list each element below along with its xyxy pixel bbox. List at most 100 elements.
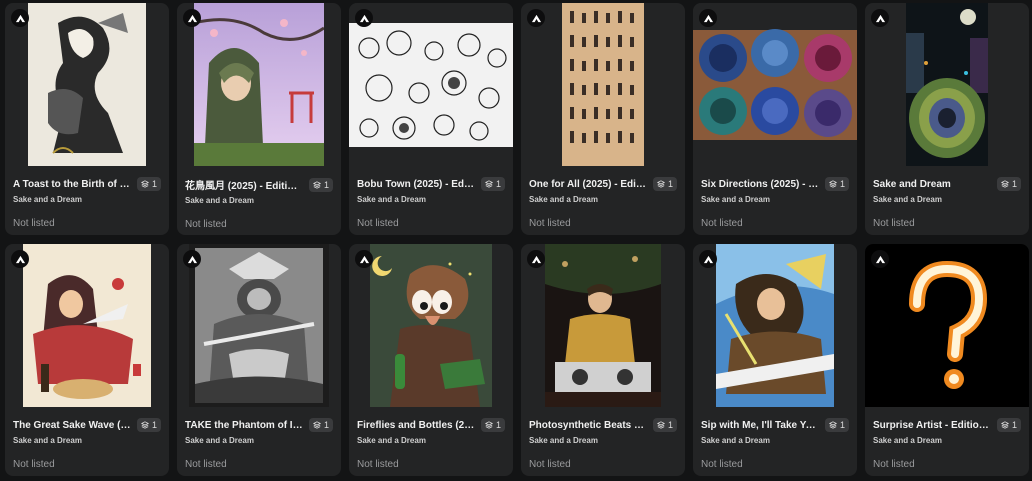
collection-logo-icon: [11, 250, 29, 268]
nft-title: 花鳥風月 (2025) - Edition o...: [185, 181, 303, 192]
listing-status: Not listed: [13, 218, 55, 229]
nft-title: TAKE the Phantom of Ideal...: [185, 419, 303, 431]
artwork-image: [693, 3, 857, 166]
listing-status: Not listed: [185, 219, 227, 230]
collection-logo-icon: [699, 9, 717, 27]
edition-count-badge: 1: [996, 177, 1021, 191]
layers-icon: [312, 421, 321, 429]
edition-count: 1: [151, 179, 157, 189]
nft-card[interactable]: A Toast to the Birth of Dre... 1 Sake an…: [5, 3, 169, 235]
collection-logo-icon: [527, 9, 545, 27]
nft-card[interactable]: Photosynthetic Beats (202... 1 Sake and …: [521, 244, 685, 476]
artwork-image: [28, 3, 146, 166]
creator-name[interactable]: Sake and a Dream: [13, 195, 161, 204]
collection-logo-icon: [183, 250, 201, 268]
creator-name[interactable]: Sake and a Dream: [873, 195, 1021, 204]
artwork-image: [865, 244, 1029, 407]
listing-status: Not listed: [529, 459, 571, 470]
artwork-container: [177, 3, 341, 166]
edition-count: 1: [667, 179, 673, 189]
nft-card[interactable]: One for All (2025) - Edition... 1 Sake a…: [521, 3, 685, 235]
listing-status: Not listed: [529, 218, 571, 229]
edition-count: 1: [839, 420, 845, 430]
artwork-image: [716, 244, 834, 407]
nft-title: Fireflies and Bottles (2025...: [357, 419, 475, 431]
nft-grid: A Toast to the Birth of Dre... 1 Sake an…: [5, 3, 1029, 476]
edition-count: 1: [151, 420, 157, 430]
nft-card[interactable]: Fireflies and Bottles (2025... 1 Sake an…: [349, 244, 513, 476]
nft-title: The Great Sake Wave (2025...: [13, 419, 131, 431]
creator-name[interactable]: Sake and a Dream: [701, 436, 849, 445]
listing-status: Not listed: [873, 218, 915, 229]
nft-card[interactable]: Six Directions (2025) - Edi... 1 Sake an…: [693, 3, 857, 235]
creator-name[interactable]: Sake and a Dream: [13, 436, 161, 445]
nft-title: Surprise Artist - Edition of ...: [873, 419, 991, 431]
artwork-container: [521, 244, 685, 407]
creator-name[interactable]: Sake and a Dream: [701, 195, 849, 204]
creator-name[interactable]: Sake and a Dream: [185, 196, 333, 205]
artwork-image: [562, 3, 644, 166]
nft-card[interactable]: Sip with Me, I'll Take You to... 1 Sake …: [693, 244, 857, 476]
listing-status: Not listed: [13, 459, 55, 470]
edition-count: 1: [1011, 420, 1017, 430]
nft-title: A Toast to the Birth of Dre...: [13, 178, 131, 190]
edition-count-badge: 1: [308, 177, 333, 192]
artwork-image: [23, 244, 151, 407]
layers-icon: [484, 421, 493, 429]
edition-count: 1: [495, 179, 501, 189]
creator-name[interactable]: Sake and a Dream: [185, 436, 333, 445]
layers-icon: [656, 421, 665, 429]
collection-logo-icon: [11, 9, 29, 27]
nft-card[interactable]: Surprise Artist - Edition of ... 1 Sake …: [865, 244, 1029, 476]
artwork-container: [349, 244, 513, 407]
creator-name[interactable]: Sake and a Dream: [529, 195, 677, 204]
collection-logo-icon: [699, 250, 717, 268]
artwork-image: [349, 3, 513, 166]
edition-count-badge: 1: [136, 418, 161, 432]
layers-icon: [828, 180, 837, 188]
artwork-container: [349, 3, 513, 166]
edition-count-badge: 1: [824, 418, 849, 432]
nft-title: Six Directions (2025) - Edi...: [701, 178, 819, 190]
nft-card[interactable]: Bobu Town (2025) - Editio... 1 Sake and …: [349, 3, 513, 235]
layers-icon: [1000, 421, 1009, 429]
nft-title: One for All (2025) - Edition...: [529, 178, 647, 190]
edition-count: 1: [839, 179, 845, 189]
nft-title: Bobu Town (2025) - Editio...: [357, 178, 475, 190]
artwork-image: [545, 244, 661, 407]
edition-count-badge: 1: [824, 177, 849, 191]
edition-count: 1: [323, 179, 329, 190]
listing-status: Not listed: [357, 218, 399, 229]
layers-icon: [656, 180, 665, 188]
edition-count-badge: 1: [480, 177, 505, 191]
nft-title: Photosynthetic Beats (202...: [529, 419, 647, 431]
creator-name[interactable]: Sake and a Dream: [357, 195, 505, 204]
nft-card[interactable]: The Great Sake Wave (2025... 1 Sake and …: [5, 244, 169, 476]
nft-card[interactable]: Sake and Dream 1 Sake and a Dream Not li…: [865, 3, 1029, 235]
creator-name[interactable]: Sake and a Dream: [529, 436, 677, 445]
artwork-container: [5, 244, 169, 407]
artwork-container: [177, 244, 341, 407]
collection-logo-icon: [355, 9, 373, 27]
layers-icon: [312, 180, 321, 189]
creator-name[interactable]: Sake and a Dream: [873, 436, 1021, 445]
edition-count: 1: [323, 420, 329, 430]
listing-status: Not listed: [873, 459, 915, 470]
collection-logo-icon: [355, 250, 373, 268]
edition-count: 1: [495, 420, 501, 430]
artwork-container: [865, 3, 1029, 166]
layers-icon: [140, 180, 149, 188]
nft-card[interactable]: TAKE the Phantom of Ideal... 1 Sake and …: [177, 244, 341, 476]
layers-icon: [484, 180, 493, 188]
nft-title: Sip with Me, I'll Take You to...: [701, 419, 819, 431]
nft-title: Sake and Dream: [873, 178, 951, 190]
artwork-container: [5, 3, 169, 166]
artwork-container: [693, 244, 857, 407]
nft-card[interactable]: 花鳥風月 (2025) - Edition o... 1 Sake and a …: [177, 3, 341, 235]
listing-status: Not listed: [357, 459, 399, 470]
edition-count-badge: 1: [652, 418, 677, 432]
listing-status: Not listed: [701, 218, 743, 229]
collection-logo-icon: [871, 250, 889, 268]
artwork-container: [865, 244, 1029, 407]
creator-name[interactable]: Sake and a Dream: [357, 436, 505, 445]
